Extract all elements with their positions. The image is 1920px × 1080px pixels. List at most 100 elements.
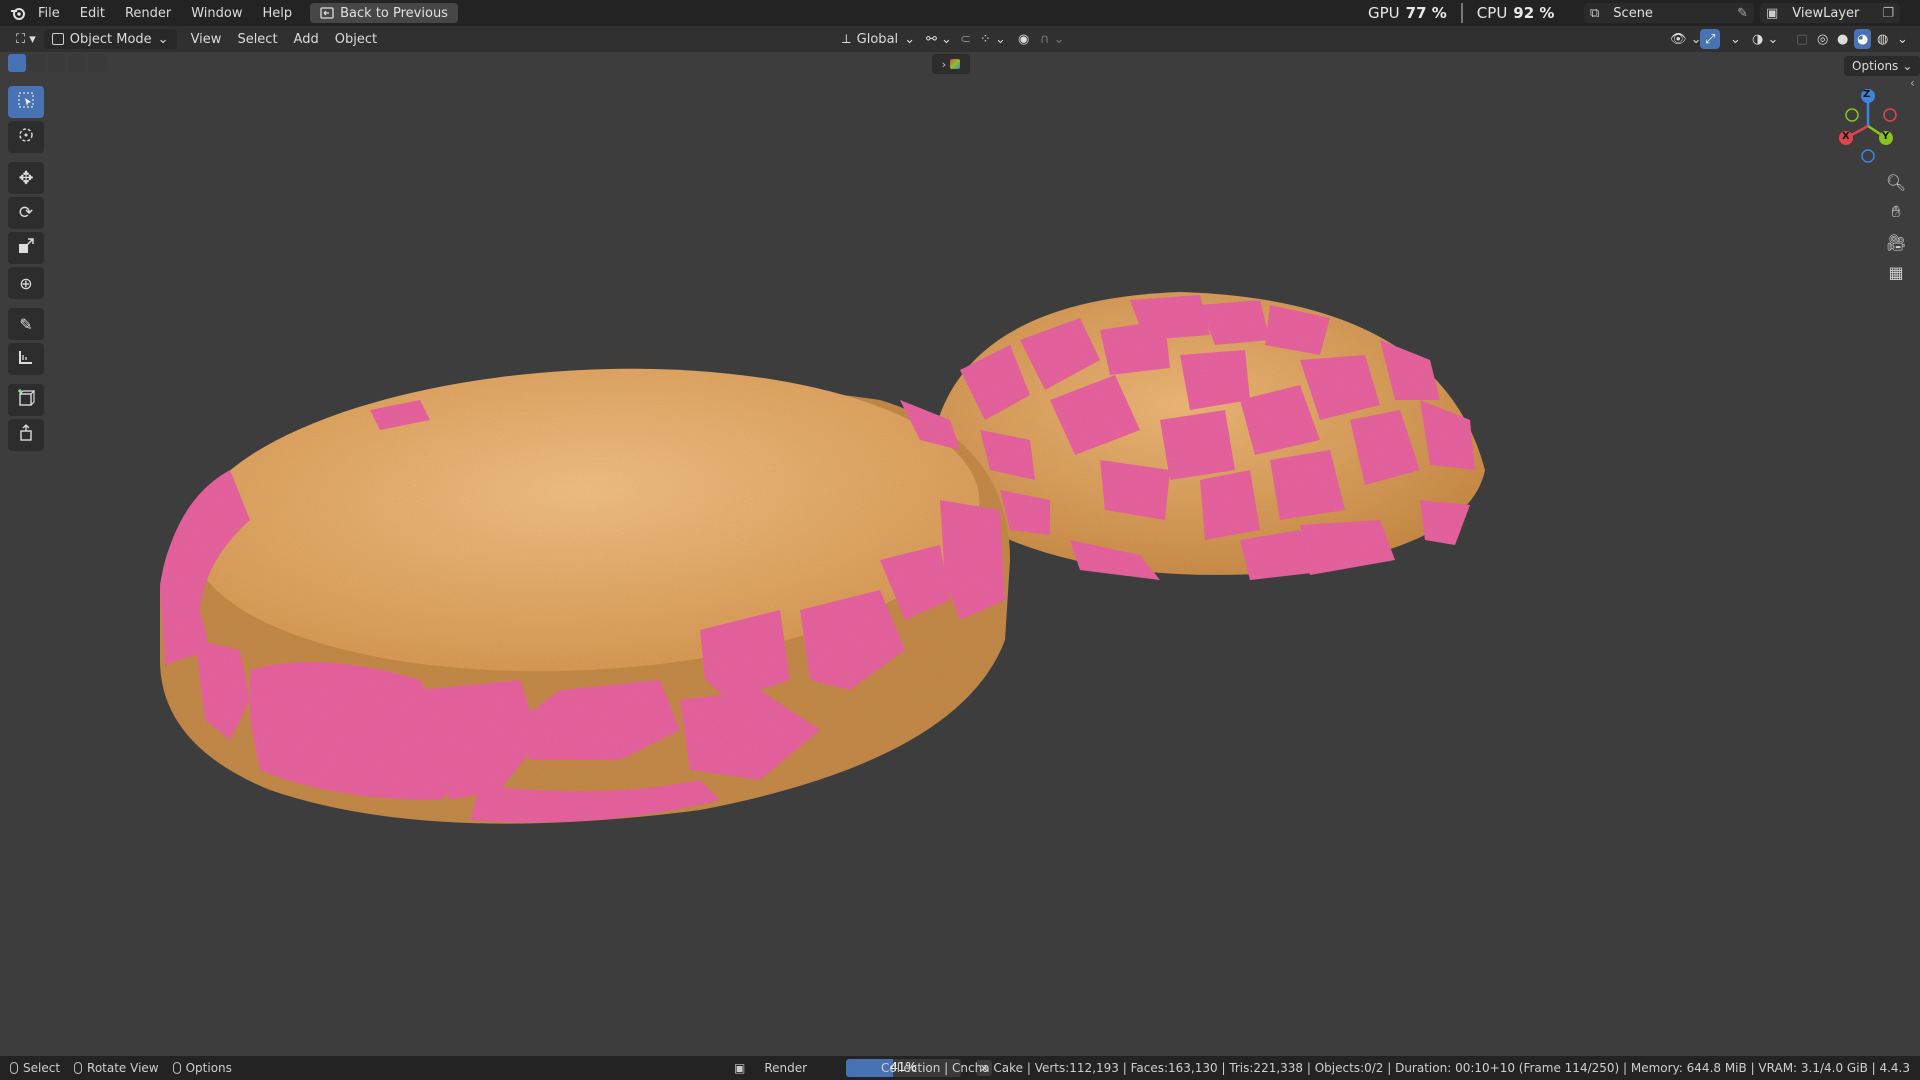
snap-grid-icon: ⁘ ⌄ [980,31,1006,47]
back-to-previous-button[interactable]: Back to Previous [310,3,458,23]
cpu-value: 92 % [1513,4,1555,22]
cursor-icon [17,126,35,148]
transform-tool[interactable]: ⊕ [8,267,44,299]
shading-wireframe-button[interactable]: ◎ [1814,29,1831,49]
stats-divider [1460,3,1463,23]
tool-shelf: ✥ ⟳ ⊕ ✎ [8,86,48,454]
menu-view[interactable]: View [183,29,230,49]
object-mode-label: Object Mode [69,31,152,47]
shading-material-button[interactable]: ◕ [1854,29,1872,49]
object-mode-dropdown[interactable]: Object Mode ⌄ [43,29,177,49]
rendered-sphere-icon: ◍ [1877,31,1889,47]
status-rotate-hint: Rotate View [74,1061,159,1075]
status-select-hint: Select [10,1061,60,1075]
select-hint-label: Select [23,1061,61,1075]
editor-type-icon: ⛶ ▾ [16,31,36,47]
gizmo-toggle[interactable]: ⤢ [1700,29,1721,49]
perspective-toggle-button[interactable]: ▦ [1881,258,1911,286]
menu-window[interactable]: Window [181,6,252,21]
select-subtract-button[interactable] [48,54,66,72]
editor-type-button[interactable]: ⛶ ▾ [8,29,44,49]
falloff-dropdown[interactable]: ∩ ⌄ [1032,29,1073,49]
shading-solid-button[interactable]: ● [1834,29,1851,49]
wireframe-sphere-icon: ◎ [1817,31,1829,47]
view-layer-selector[interactable]: ▣ ViewLayer ❐ [1760,3,1900,23]
options-dropdown[interactable]: Options ⌄ [1844,56,1920,76]
cursor-tool[interactable] [8,121,44,153]
menu-object[interactable]: Object [327,29,385,49]
extrude-tool[interactable] [8,419,44,451]
concha-flat-model[interactable] [160,350,1010,824]
selection-mode-group [8,54,106,72]
select-intersect-button[interactable] [88,54,106,72]
zoom-button[interactable]: 🔍︎ [1881,168,1911,196]
viewport-scene [160,292,1485,824]
select-invert-button[interactable] [68,54,86,72]
options-label: Options [1852,59,1899,73]
back-to-previous-label: Back to Previous [340,5,448,21]
chevron-down-icon: ⌄ [1902,59,1913,73]
concha-dome-model[interactable] [935,292,1485,580]
rotate-icon: ⟳ [18,203,34,223]
scene-name: Scene [1613,5,1653,21]
transform-orientation-dropdown[interactable]: ⟂ Global ⌄ [834,29,923,49]
cpu-label: CPU [1476,4,1508,22]
solid-sphere-icon: ● [1837,31,1849,47]
move-tool[interactable]: ✥ [8,162,44,194]
add-cube-tool[interactable] [8,384,44,416]
falloff-curve-icon: ∩ ⌄ [1040,31,1065,47]
scale-tool[interactable] [8,232,44,264]
blender-logo-icon[interactable] [10,6,28,20]
collapse-sidebar-arrow[interactable]: ‹ [1910,76,1915,90]
menu-help[interactable]: Help [253,6,303,21]
shading-rendered-button[interactable]: ◍ [1874,29,1891,49]
status-bar: Select Rotate View Options ▣ Render 41% … [0,1056,1920,1080]
menu-file[interactable]: File [28,6,70,21]
transform-icon: ⊕ [19,273,33,293]
view-layer-icon: ▣ [1766,5,1779,21]
pin-icon[interactable]: ✎ [1737,6,1748,21]
select-extend-button[interactable] [28,54,46,72]
asset-color-icon [950,59,961,69]
overlay-toggle[interactable]: ◑ ⌄ [1744,29,1786,49]
copy-layer-icon[interactable]: ❐ [1882,6,1894,21]
move-icon: ✥ [18,167,34,189]
3d-viewport[interactable]: Options ⌄ › ✥ ⟳ ⊕ ✎ Z Y X 🔍︎ ✋︎ 🎥︎ ▦ ‹ [0,52,1920,1056]
rotate-hint-label: Rotate View [87,1061,159,1075]
chevron-right-icon: › [941,57,947,71]
chevron-down-icon: ⌄ [1730,31,1741,47]
scene-selector[interactable]: ⧉ Scene ✎ [1584,3,1754,23]
measure-tool[interactable] [8,343,44,375]
measure-icon [18,349,34,369]
menu-select[interactable]: Select [229,29,285,49]
snap-target-dropdown[interactable]: ⁘ ⌄ [972,29,1014,49]
select-box-tool[interactable] [8,86,44,118]
orientation-axes-icon: ⟂ [842,31,851,47]
menu-render[interactable]: Render [115,6,181,21]
gizmo-y-label: Y [1882,131,1890,142]
view-layer-name: ViewLayer [1792,5,1860,21]
gpu-value: 77 % [1405,4,1447,22]
gizmo-x-label: X [1842,131,1850,142]
rotate-tool[interactable]: ⟳ [8,197,44,229]
scene-icon: ⧉ [1590,5,1600,21]
extrude-icon [17,424,35,446]
pivot-icon: ⚯ ⌄ [926,31,952,47]
scale-icon [18,238,34,258]
menu-add[interactable]: Add [286,29,327,49]
select-box-icon [17,91,35,113]
viewport-sidebar-toggle[interactable]: › [932,54,970,74]
camera-icon: 🎥︎ [1885,232,1907,252]
eye-icon: 👁︎ ⌄ [1670,31,1702,47]
navigation-gizmo[interactable]: Z Y X [1830,88,1906,164]
object-mode-icon [51,33,64,45]
chevron-down-icon: ⌄ [904,31,916,47]
pan-button[interactable]: ✋︎ [1881,198,1911,226]
camera-view-button[interactable]: 🎥︎ [1881,228,1911,256]
options-hint-label: Options [185,1061,232,1075]
xray-toggle[interactable]: ▢ [1788,29,1816,49]
shading-dropdown[interactable]: ⌄ [1894,29,1911,49]
annotate-tool[interactable]: ✎ [8,308,44,340]
menu-edit[interactable]: Edit [70,6,115,21]
select-new-button[interactable] [8,54,26,72]
